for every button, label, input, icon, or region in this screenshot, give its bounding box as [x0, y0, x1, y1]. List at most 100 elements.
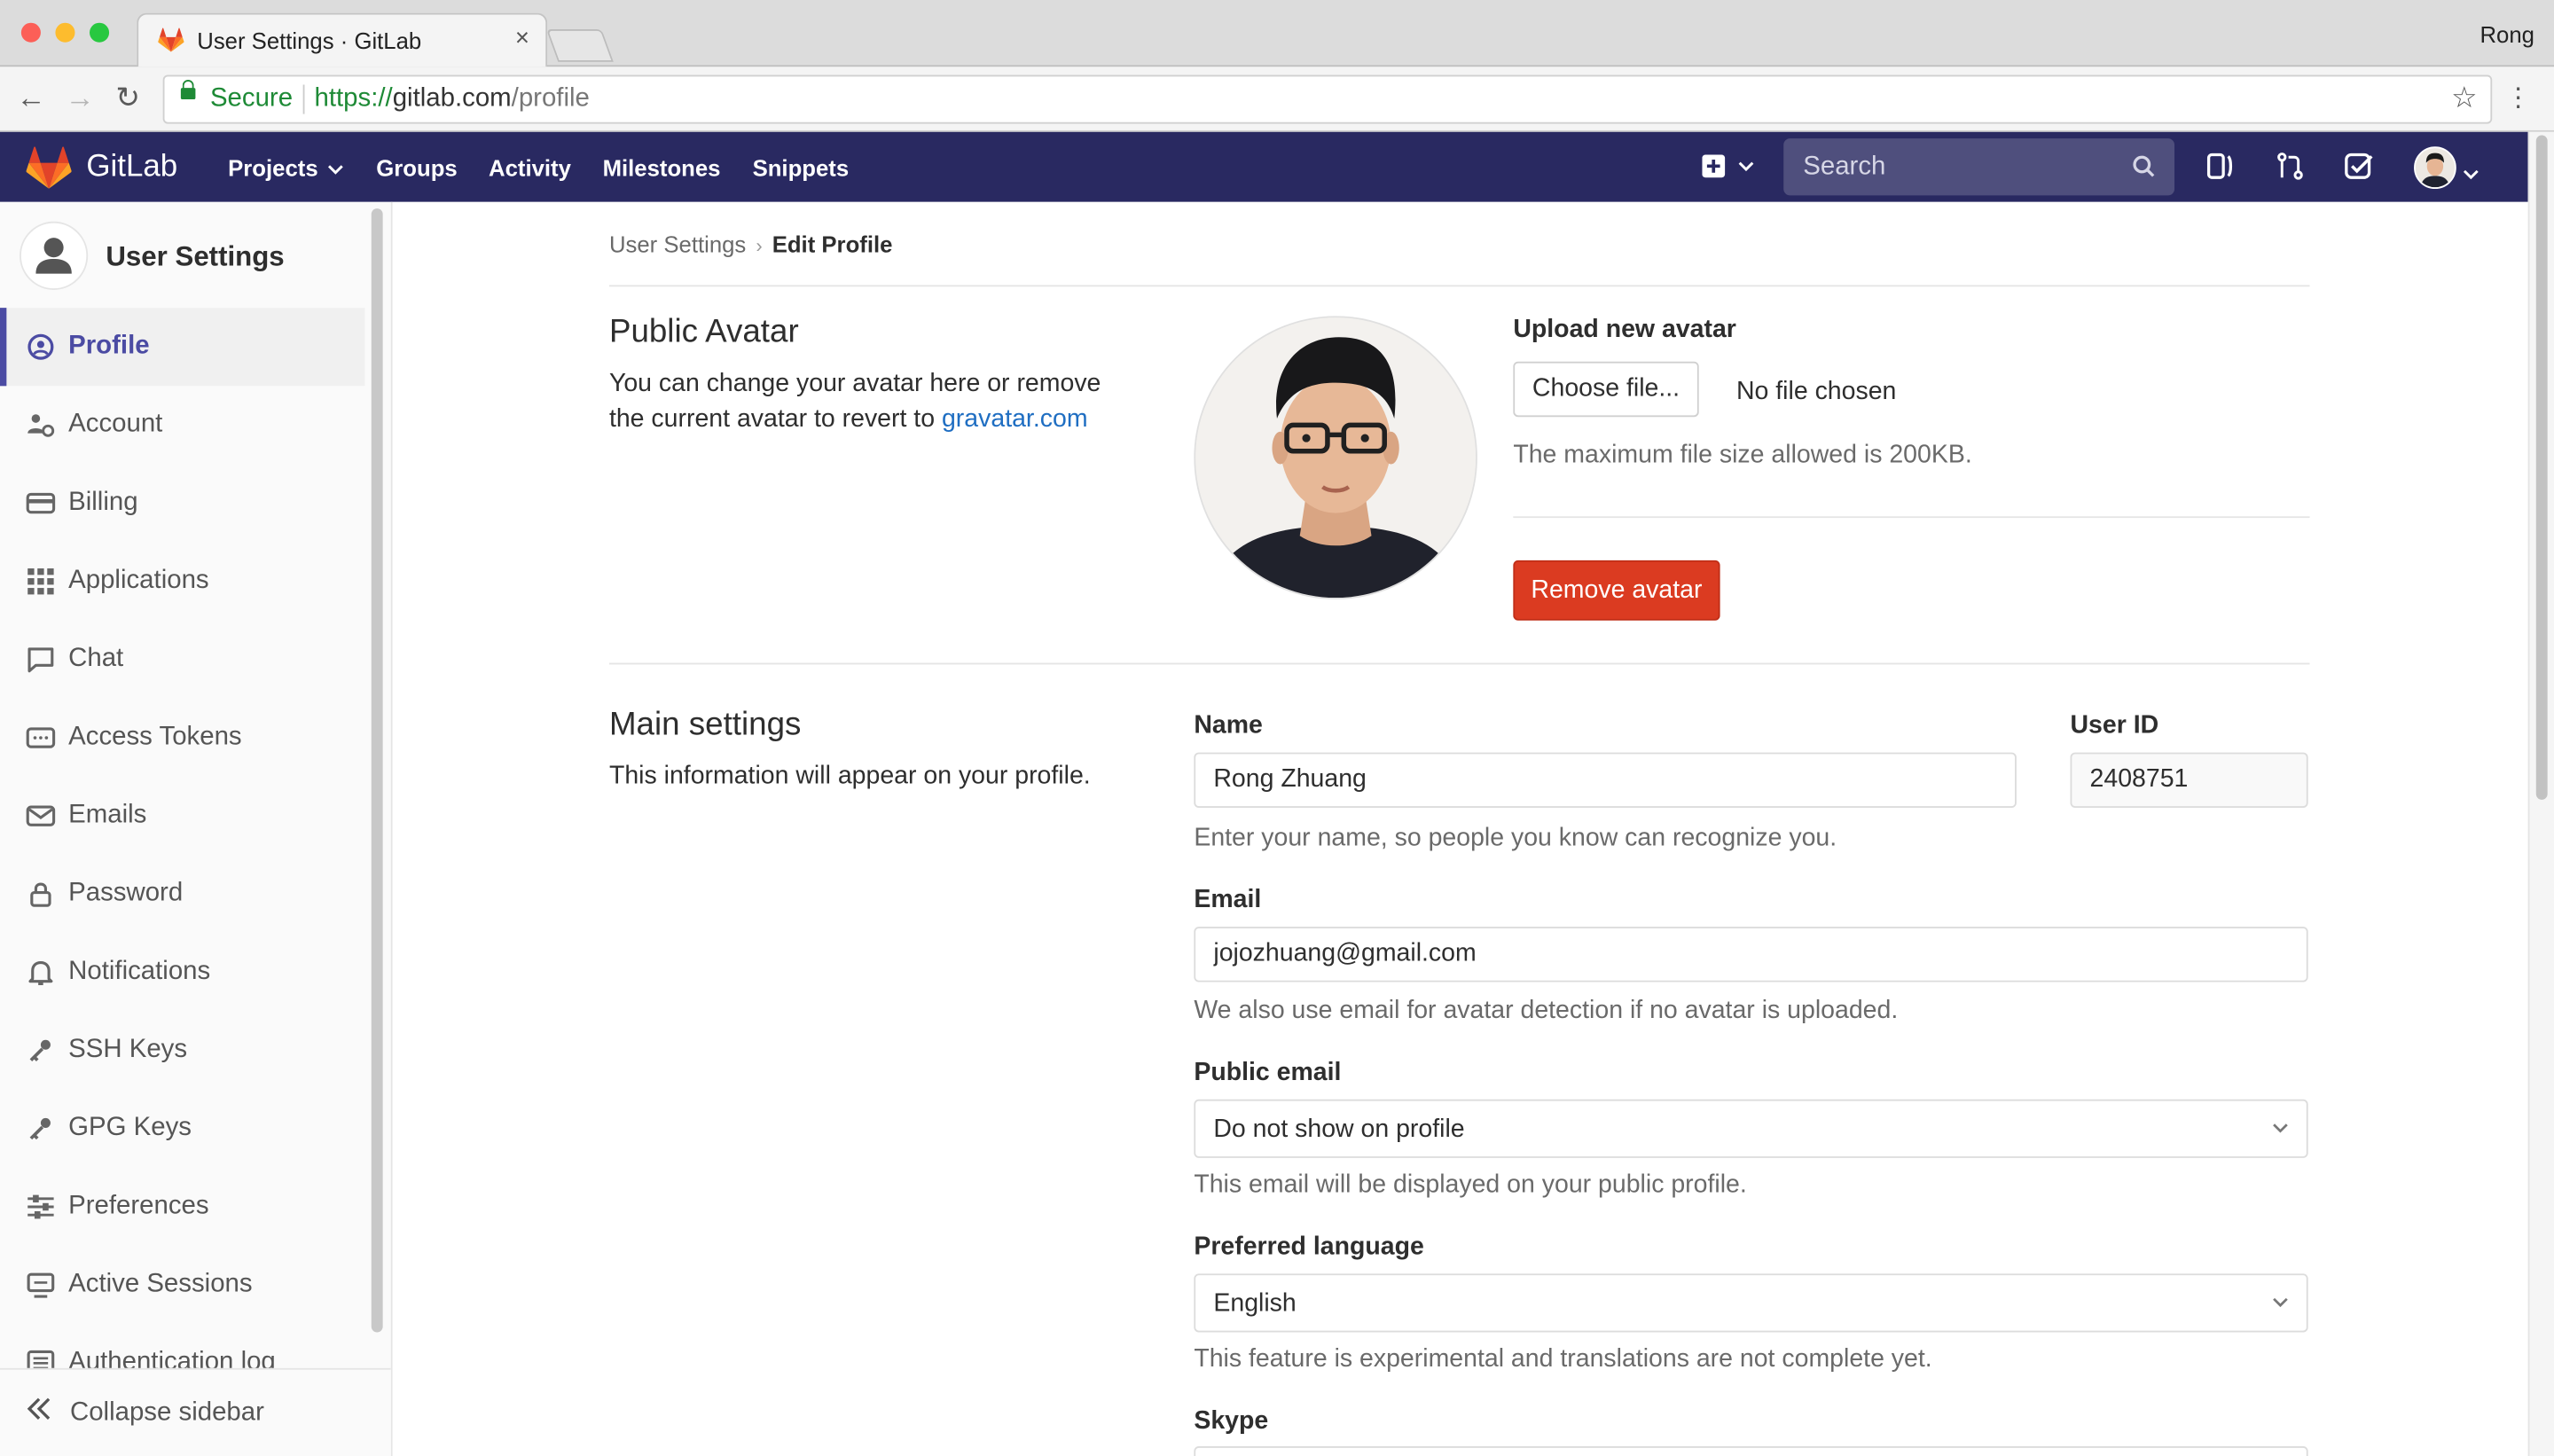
sidebar-item-access-tokens[interactable]: Access Tokens: [0, 699, 364, 777]
breadcrumb-user-settings[interactable]: User Settings: [609, 231, 746, 257]
back-arrow-icon[interactable]: ←: [16, 82, 45, 116]
sidebar-item-label: Account: [68, 410, 163, 439]
sidebar-title: User Settings: [106, 240, 285, 272]
preferred-language-select[interactable]: English: [1194, 1273, 2308, 1333]
sidebar-item-profile[interactable]: Profile: [0, 308, 365, 387]
public-email-help: This email will be displayed on your pub…: [1194, 1170, 1747, 1199]
sidebar-item-password[interactable]: Password: [0, 855, 364, 933]
minimize-window-button[interactable]: [55, 22, 75, 43]
sidebar-scrollbar[interactable]: [371, 208, 383, 1333]
preferred-language-help: This feature is experimental and transla…: [1194, 1345, 1932, 1374]
user-menu-chevron-icon[interactable]: [2463, 160, 2479, 187]
email-label: Email: [1194, 886, 1262, 914]
sidebar-item-label: Billing: [68, 489, 138, 517]
sidebar-item-label: Emails: [68, 801, 147, 829]
name-help: Enter your name, so people you know can …: [1194, 824, 1837, 852]
sidebar-item-applications[interactable]: Applications: [0, 543, 364, 621]
sidebar-item-active-sessions[interactable]: Active Sessions: [0, 1246, 364, 1324]
url-text[interactable]: https://gitlab.com/profile: [314, 85, 589, 114]
gravatar-link[interactable]: gravatar.com: [942, 405, 1088, 433]
sliders-icon: [26, 1192, 55, 1221]
page-scrollbar-thumb[interactable]: [2535, 135, 2548, 800]
preferred-language-label: Preferred language: [1194, 1233, 1424, 1261]
main-settings-description: This information will appear on your pro…: [608, 762, 1091, 790]
search-input[interactable]: [1799, 149, 2133, 186]
nav-snippets[interactable]: Snippets: [753, 154, 850, 180]
address-bar[interactable]: Secure https://gitlab.com/profile ☆: [162, 74, 2493, 124]
collapse-sidebar-button[interactable]: Collapse sidebar: [0, 1367, 391, 1456]
gitlab-brand[interactable]: GitLab: [86, 150, 177, 185]
gitlab-navbar: GitLab Projects Groups Activity Mileston…: [0, 131, 2528, 202]
chevron-right-icon: ›: [756, 234, 763, 258]
user-settings-avatar-icon: [20, 221, 89, 290]
reload-icon[interactable]: ↻: [115, 82, 140, 116]
skype-input[interactable]: [1194, 1446, 2308, 1456]
new-tab-button[interactable]: [545, 29, 614, 62]
avatar-divider: [1513, 516, 2310, 519]
name-input[interactable]: [1194, 752, 2017, 809]
nav-groups[interactable]: Groups: [376, 154, 457, 180]
browser-tab-bar: User Settings · GitLab × Rong: [0, 0, 2554, 67]
sidebar-item-account[interactable]: Account: [0, 386, 364, 464]
nav-projects[interactable]: Projects: [228, 154, 344, 181]
nav-milestones[interactable]: Milestones: [603, 154, 721, 180]
tab-title: User Settings · GitLab: [197, 27, 422, 54]
chevron-down-icon: [2270, 1290, 2290, 1318]
browser-tab[interactable]: User Settings · GitLab ×: [137, 12, 548, 67]
sidebar-item-label: Applications: [68, 567, 209, 595]
merge-request-icon[interactable]: [2276, 152, 2305, 187]
bookmark-star-icon[interactable]: ☆: [2451, 82, 2478, 116]
divider: [608, 285, 2310, 287]
key-icon: [26, 1036, 55, 1065]
browser-menu-icon[interactable]: ⋮: [2505, 82, 2531, 114]
browser-profile-name[interactable]: Rong: [2480, 21, 2534, 47]
choose-file-button[interactable]: Choose file...: [1513, 361, 1699, 418]
maximize-window-button[interactable]: [90, 22, 110, 43]
url-host: gitlab.com: [392, 84, 512, 113]
sidebar-header[interactable]: User Settings: [0, 202, 368, 308]
forward-arrow-icon[interactable]: →: [65, 82, 94, 116]
url-scheme: https://: [314, 84, 393, 113]
account-icon: [26, 411, 55, 440]
public-email-label: Public email: [1194, 1058, 1342, 1087]
public-email-select[interactable]: Do not show on profile: [1194, 1099, 2308, 1158]
sidebar-item-chat[interactable]: Chat: [0, 621, 364, 699]
issues-icon[interactable]: [2205, 152, 2235, 187]
upload-avatar-label: Upload new avatar: [1513, 316, 1736, 344]
email-help: We also use email for avatar detection i…: [1194, 997, 1899, 1025]
address-divider: [302, 84, 305, 114]
sidebar-item-label: Access Tokens: [68, 723, 242, 751]
gitlab-favicon-icon: [158, 27, 184, 59]
main-content: User Settings › Edit Profile Public Avatar…: [392, 201, 2528, 1456]
credit-card-icon: [26, 489, 56, 518]
sidebar-item-preferences[interactable]: Preferences: [0, 1168, 364, 1246]
chevron-down-icon: [2270, 1115, 2290, 1143]
user-avatar[interactable]: [2414, 146, 2456, 190]
sidebar-item-notifications[interactable]: Notifications: [0, 933, 364, 1011]
skype-label: Skype: [1194, 1406, 1269, 1436]
page-scrollbar[interactable]: [2527, 131, 2554, 1456]
browser-toolbar: ← → ↻ Secure https://gitlab.com/profile …: [0, 67, 2554, 132]
new-dropdown-plus-icon[interactable]: [1702, 153, 1757, 186]
sidebar-item-billing[interactable]: Billing: [0, 464, 364, 542]
search-icon: [2132, 154, 2155, 184]
url-path: /profile: [511, 84, 590, 113]
user-id-input[interactable]: [2070, 752, 2308, 809]
search-box[interactable]: [1783, 138, 2175, 196]
remove-avatar-button[interactable]: Remove avatar: [1513, 560, 1720, 621]
sidebar-item-emails[interactable]: Emails: [0, 777, 364, 855]
tab-close-icon[interactable]: ×: [515, 25, 529, 52]
current-avatar-image: [1194, 316, 1477, 599]
sidebar-item-gpg-keys[interactable]: GPG Keys: [0, 1090, 364, 1168]
email-input[interactable]: [1194, 927, 2308, 982]
mail-icon: [26, 802, 56, 831]
nav-activity[interactable]: Activity: [489, 154, 571, 180]
monitor-icon: [26, 1271, 55, 1300]
preferred-language-value: English: [1213, 1289, 1297, 1318]
no-file-chosen-text: No file chosen: [1735, 378, 1897, 406]
chat-icon: [26, 645, 55, 674]
sidebar-item-ssh-keys[interactable]: SSH Keys: [0, 1012, 364, 1090]
close-window-button[interactable]: [20, 22, 41, 43]
gitlab-logo-icon[interactable]: [26, 146, 72, 195]
todos-check-icon[interactable]: [2344, 152, 2373, 187]
